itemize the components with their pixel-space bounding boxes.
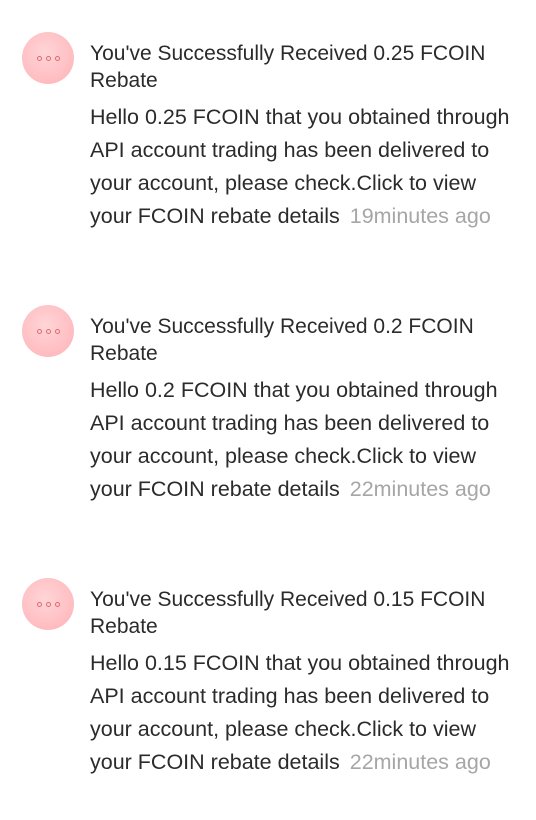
notification-body[interactable]: Hello 0.15 FCOIN that you obtained throu… bbox=[90, 647, 510, 779]
notification-title: You've Successfully Received 0.2 FCOIN R… bbox=[90, 315, 474, 365]
notification-avatar bbox=[22, 305, 74, 357]
notification-time: 22minutes ago bbox=[349, 750, 491, 774]
notification-time: 19minutes ago bbox=[349, 204, 491, 228]
notification-list: You've Successfully Received 0.25 FCOIN … bbox=[0, 0, 536, 820]
notification-item[interactable]: You've Successfully Received 0.15 FCOIN … bbox=[0, 546, 536, 806]
notification-title: You've Successfully Received 0.15 FCOIN … bbox=[90, 588, 486, 638]
notification-body[interactable]: Hello 0.25 FCOIN that you obtained throu… bbox=[90, 101, 510, 233]
more-dots-icon bbox=[36, 601, 60, 607]
notification-title: You've Successfully Received 0.25 FCOIN … bbox=[90, 42, 486, 92]
notification-body[interactable]: Hello 0.2 FCOIN that you obtained throug… bbox=[90, 374, 510, 506]
notification-avatar bbox=[22, 578, 74, 630]
notification-item[interactable]: You've Successfully Received 0.2 FCOIN R… bbox=[0, 273, 536, 533]
more-dots-icon bbox=[36, 328, 60, 334]
notification-avatar bbox=[22, 32, 74, 84]
more-dots-icon bbox=[36, 55, 60, 61]
notification-time: 22minutes ago bbox=[349, 477, 491, 501]
notification-item[interactable]: You've Successfully Received 0.25 FCOIN … bbox=[0, 0, 536, 260]
